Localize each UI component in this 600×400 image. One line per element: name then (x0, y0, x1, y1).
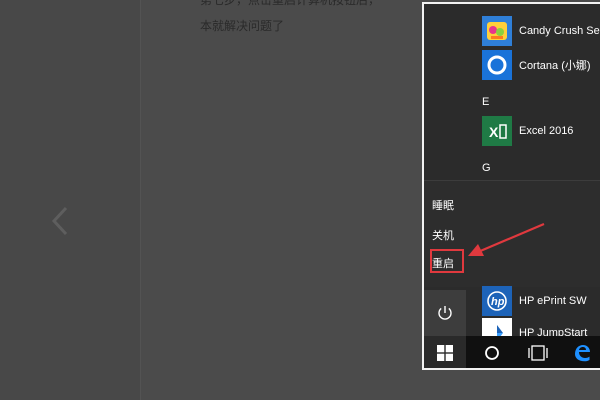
cortana-search-button[interactable] (472, 336, 512, 368)
start-menu: Candy Crush Se Cortana (小娜) E X Excel 20… (422, 2, 600, 370)
group-header-g[interactable]: G (482, 162, 491, 174)
power-button[interactable] (424, 290, 466, 336)
previous-arrow-icon[interactable] (48, 204, 72, 238)
app-name-cortana: Cortana (小娜) (519, 60, 591, 72)
taskbar (424, 336, 600, 368)
power-restart-option[interactable]: 重启 (432, 255, 454, 271)
group-header-e[interactable]: E (482, 96, 489, 108)
app-name-candy-crush: Candy Crush Se (519, 25, 600, 37)
search-circle-icon (485, 346, 499, 360)
app-item-candy-crush[interactable]: Candy Crush Se (482, 14, 600, 48)
app-item-cortana[interactable]: Cortana (小娜) (482, 48, 591, 82)
app-item-excel[interactable]: X Excel 2016 (482, 114, 573, 148)
task-view-button[interactable] (518, 336, 558, 368)
svg-text:hp: hp (491, 296, 505, 308)
task-view-icon (528, 345, 548, 361)
windows-start-button[interactable] (424, 336, 466, 368)
background-left-column (0, 0, 140, 400)
app-name-hp-eprint: HP ePrint SW (519, 295, 587, 307)
windows-logo-icon (437, 345, 453, 361)
article-line-2: 本就解决问题了 (200, 19, 285, 33)
app-name-excel: Excel 2016 (519, 125, 574, 137)
app-item-hp-eprint[interactable]: hp HP ePrint SW (482, 284, 587, 318)
edge-icon (575, 345, 590, 362)
background-divider (140, 0, 141, 400)
hp-icon: hp (482, 286, 512, 316)
power-shutdown-option[interactable]: 关机 (432, 227, 454, 243)
power-sleep-option[interactable]: 睡眠 (432, 197, 454, 213)
annotation-arrow (468, 222, 545, 256)
article-line-1: 第七步，点击重启计算机按钮后， (200, 0, 381, 7)
power-icon (438, 306, 452, 320)
excel-icon: X (482, 116, 512, 146)
edge-browser-button[interactable] (564, 336, 600, 368)
candy-crush-icon (482, 16, 512, 46)
svg-text:X: X (489, 124, 499, 140)
cortana-icon (482, 50, 512, 80)
